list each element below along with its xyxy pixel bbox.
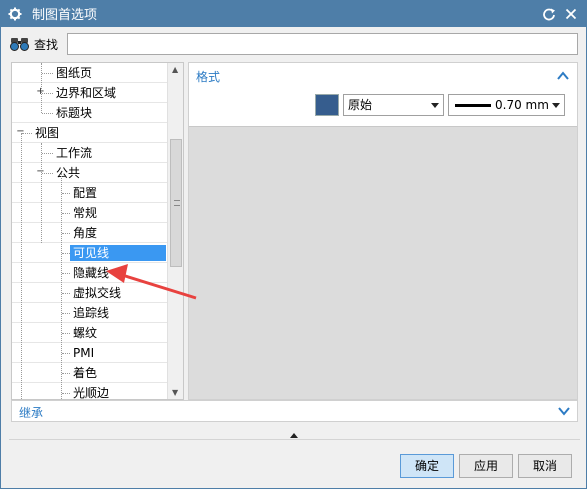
line-color-swatch[interactable]: [315, 94, 339, 116]
tree-item[interactable]: 着色: [12, 363, 169, 383]
tree-item-label: 可见线: [70, 245, 166, 261]
tree-item-label: 公共: [56, 166, 81, 180]
cancel-button[interactable]: 取消: [518, 454, 572, 478]
window-title: 制图首选项: [32, 8, 98, 23]
tree-item-label: 配置: [73, 186, 98, 200]
tree-connector: [62, 293, 70, 294]
tree-item-label: 隐藏线: [73, 266, 110, 280]
chevron-down-icon: [552, 103, 560, 108]
reset-icon[interactable]: [539, 4, 559, 24]
tree-item-label: PMI: [73, 346, 95, 360]
tree-guide-line: [41, 63, 42, 113]
tree-item[interactable]: 追踪线: [12, 303, 169, 323]
tree-connector: [62, 253, 70, 254]
scrollbar-thumb[interactable]: [170, 139, 182, 267]
tree-item[interactable]: 角度: [12, 223, 169, 243]
tree-item[interactable]: 可见线: [12, 243, 169, 263]
grip-icon: [174, 200, 180, 206]
inherit-section[interactable]: 继承: [11, 400, 578, 422]
tree-item-label: 追踪线: [73, 306, 110, 320]
tree-item[interactable]: 配置: [12, 183, 169, 203]
tree-item-label: 角度: [73, 226, 98, 240]
tree-item[interactable]: PMI: [12, 343, 169, 363]
tree-connector: [62, 313, 70, 314]
width-select-value: 0.70 mm: [495, 98, 549, 112]
binoculars-icon: [9, 36, 31, 52]
tree-item[interactable]: 工作流: [12, 143, 169, 163]
settings-panel: 格式 原始 0.70 mm: [188, 62, 578, 400]
tree-item-label: 视图: [35, 126, 60, 140]
divider: [9, 439, 580, 440]
tree-item-label: 边界和区域: [56, 86, 117, 100]
tree-item[interactable]: 隐藏线: [12, 263, 169, 283]
chevron-up-icon[interactable]: [557, 69, 569, 83]
tree-item-label: 标题块: [56, 106, 93, 120]
search-row: 查找: [9, 32, 64, 56]
expand-up-arrow-icon[interactable]: [290, 433, 298, 438]
tree-item[interactable]: − 公共: [12, 163, 169, 183]
tree-item[interactable]: + 边界和区域: [12, 83, 169, 103]
tree-item-label: 螺纹: [73, 326, 98, 340]
tree-connector: [62, 233, 70, 234]
tree-connector: [42, 73, 53, 74]
inherit-title: 继承: [19, 406, 44, 420]
search-input[interactable]: [67, 33, 578, 55]
tree-item[interactable]: 光顺边: [12, 383, 169, 400]
tree-connector: [62, 353, 70, 354]
title-bar: 制图首选项: [0, 0, 587, 27]
tree-item[interactable]: 标题块: [12, 103, 169, 123]
tree-connector: [62, 393, 70, 394]
tree-guide-line: [61, 173, 62, 399]
chevron-down-icon[interactable]: [558, 405, 570, 419]
tree-item-label: 图纸页: [56, 66, 93, 80]
chevron-down-icon: [431, 103, 439, 108]
tree-item[interactable]: 常规: [12, 203, 169, 223]
tree-item[interactable]: − 视图: [12, 123, 169, 143]
tree-connector: [42, 113, 53, 114]
scroll-down-arrow-icon[interactable]: ▼: [172, 388, 178, 397]
tree-item-label: 工作流: [56, 146, 93, 160]
scroll-up-arrow-icon[interactable]: ▲: [172, 65, 178, 74]
tree-guide-line: [21, 133, 22, 399]
tree-connector: [62, 333, 70, 334]
width-select[interactable]: 0.70 mm: [448, 94, 565, 116]
tree-item-label: 虚拟交线: [73, 286, 122, 300]
tree-item[interactable]: 图纸页: [12, 63, 169, 83]
tree-item-label: 光顺边: [73, 386, 110, 400]
dialog-body: 查找 图纸页 + 边界和区域标题块 − 视图工作流 − 公共配置常规角度可见线隐藏线虚拟交线…: [0, 27, 587, 489]
tree-guide-line: [41, 143, 42, 243]
tree-item[interactable]: 虚拟交线: [12, 283, 169, 303]
tree-connector: [42, 153, 53, 154]
format-section: 格式 原始 0.70 mm: [189, 63, 577, 127]
tree-scrollbar[interactable]: ▲ ▼: [167, 63, 183, 399]
tree-connector: [62, 193, 70, 194]
tree-item-label: 常规: [73, 206, 98, 220]
apply-button[interactable]: 应用: [459, 454, 513, 478]
ok-button[interactable]: 确定: [400, 454, 454, 478]
tree-connector: [62, 273, 70, 274]
line-width-preview: [455, 104, 491, 107]
close-icon[interactable]: [561, 4, 581, 24]
preferences-tree: 图纸页 + 边界和区域标题块 − 视图工作流 − 公共配置常规角度可见线隐藏线虚拟交线追踪线…: [11, 62, 184, 400]
tree-item-label: 着色: [73, 366, 98, 380]
gear-icon: [8, 7, 22, 21]
search-label: 查找: [34, 37, 59, 52]
tree-connector: [62, 213, 70, 214]
tree-connector: [62, 373, 70, 374]
font-select[interactable]: 原始: [343, 94, 444, 116]
font-select-value: 原始: [348, 98, 373, 112]
format-title[interactable]: 格式: [196, 68, 220, 85]
tree-item[interactable]: 螺纹: [12, 323, 169, 343]
